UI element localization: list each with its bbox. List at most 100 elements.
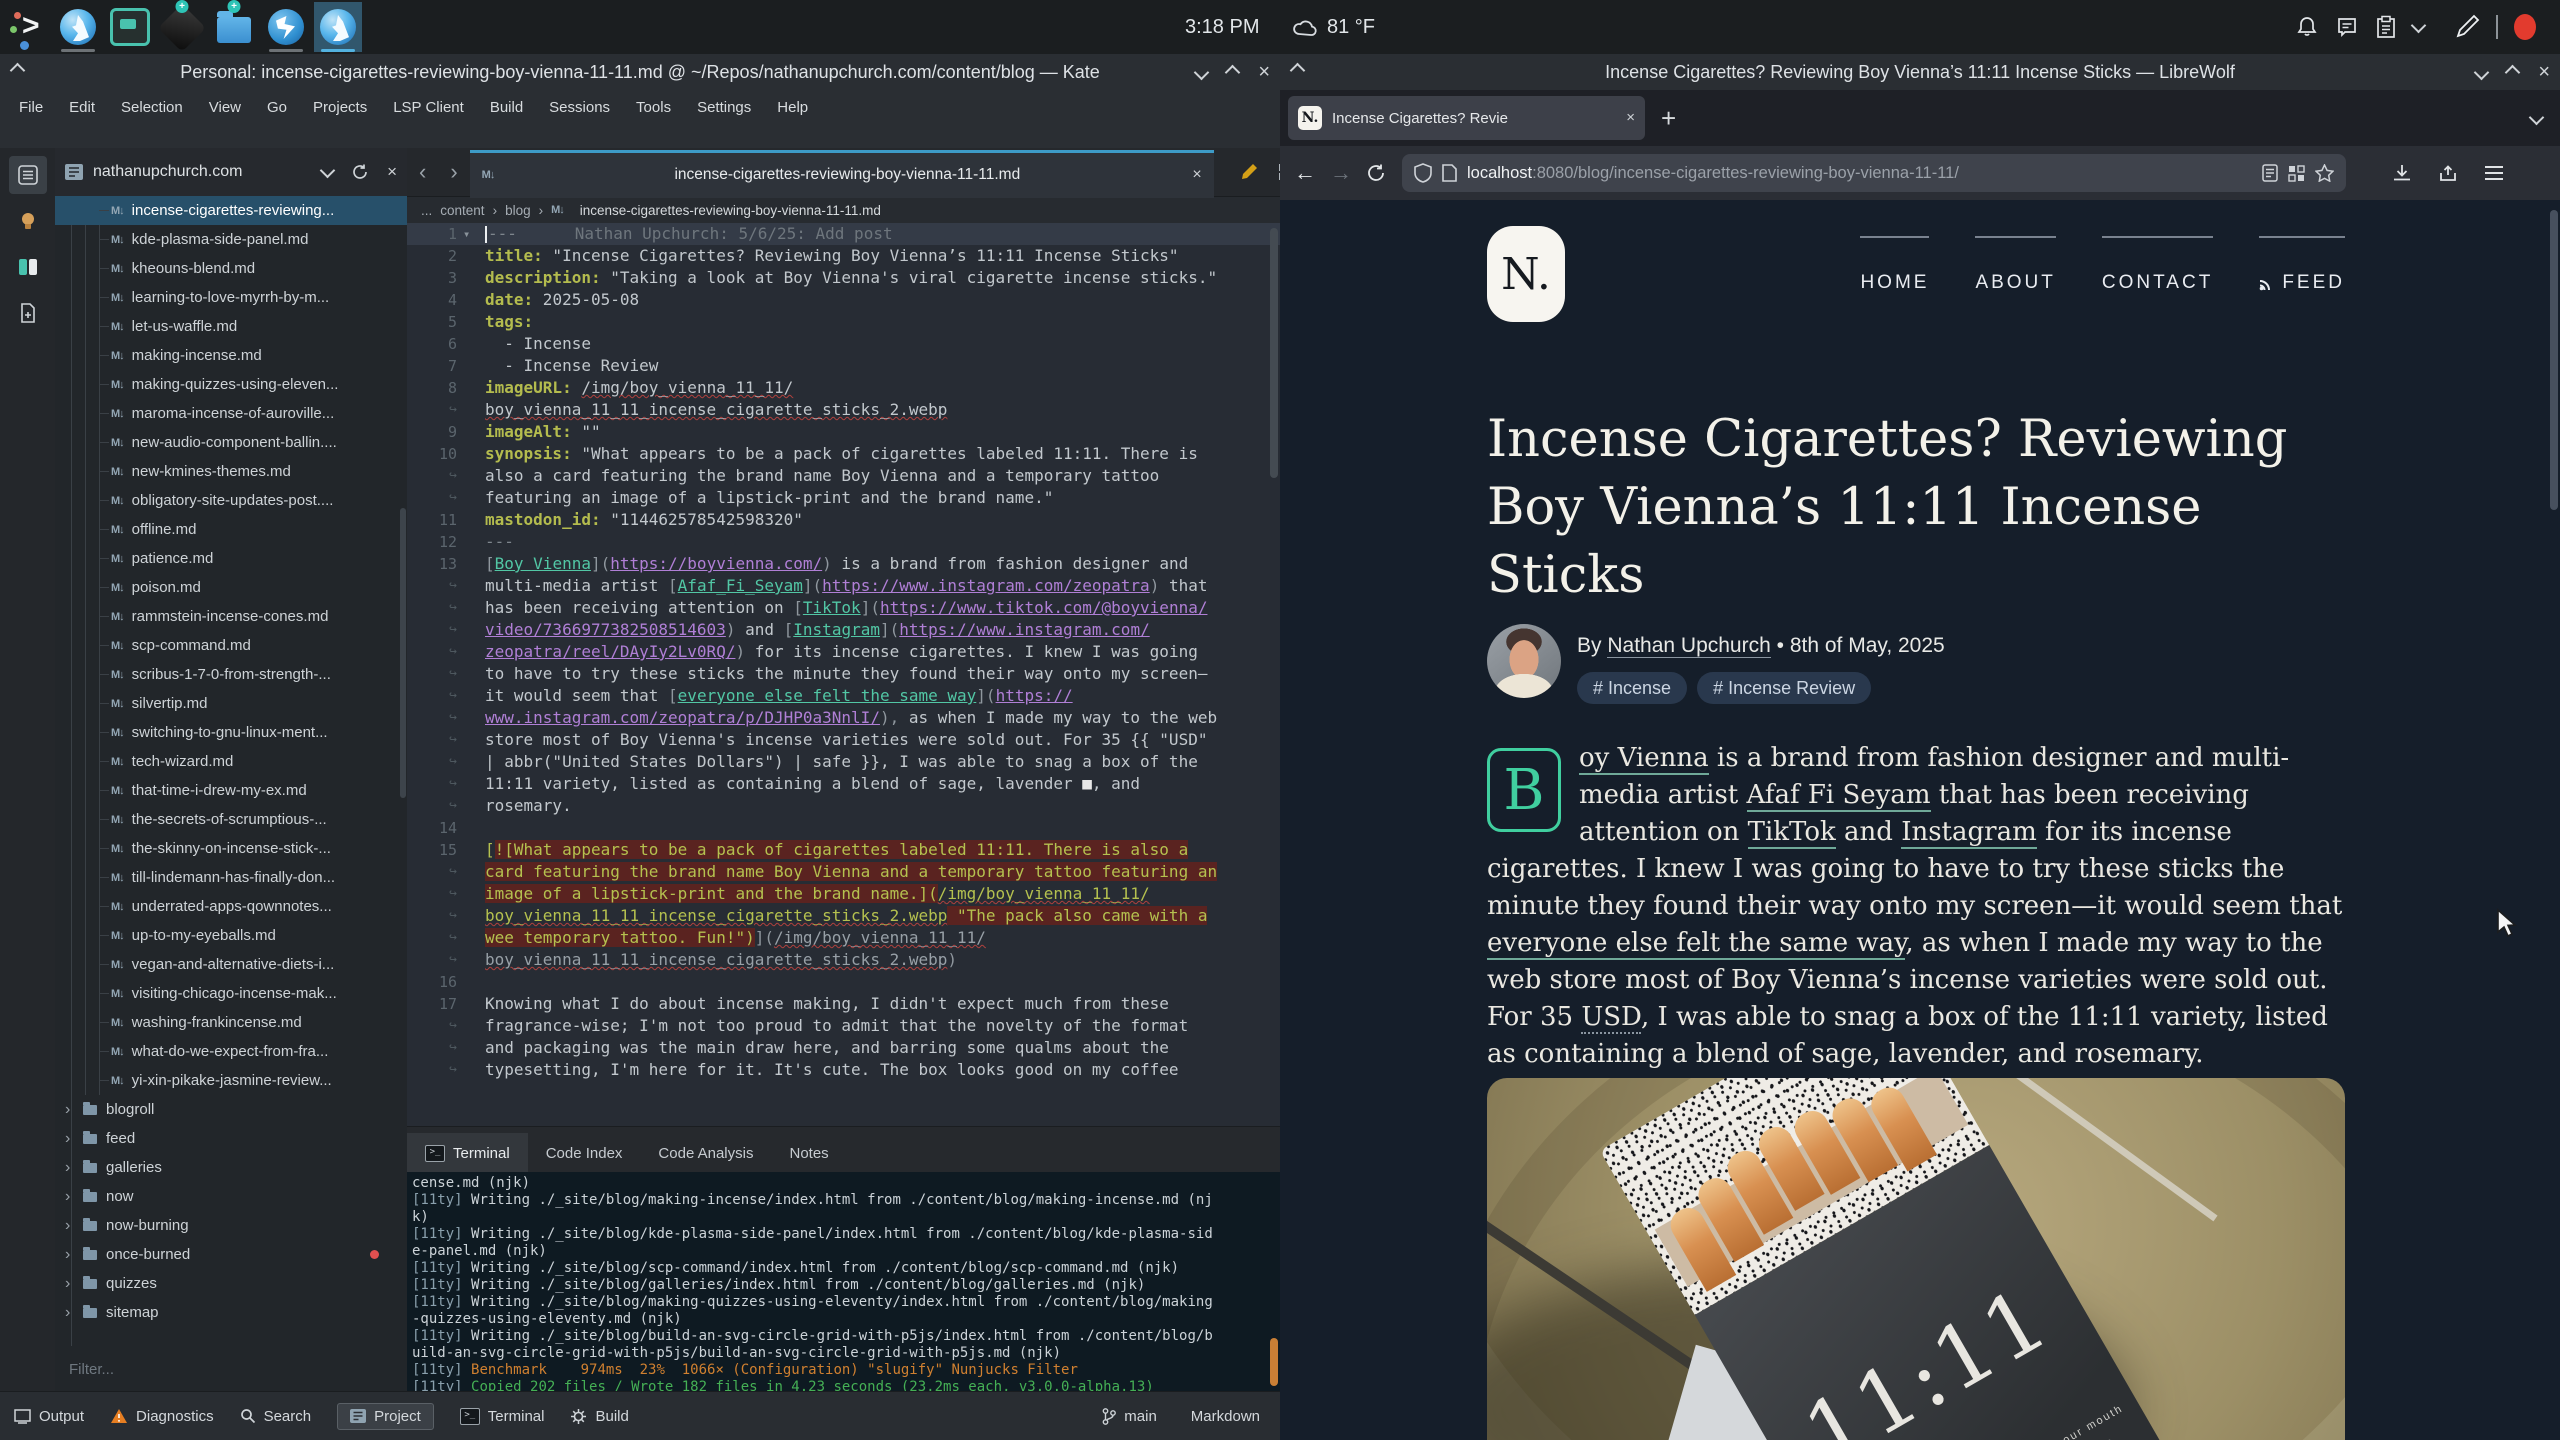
project-dropdown-chevron-icon[interactable] bbox=[320, 162, 336, 178]
nav-link-about[interactable]: ABOUT bbox=[1975, 236, 2055, 294]
tab-close-icon[interactable]: × bbox=[1626, 108, 1635, 128]
kate-titlebar[interactable]: Personal: incense-cigarettes-reviewing-b… bbox=[0, 54, 1280, 90]
menu-sessions[interactable]: Sessions bbox=[536, 99, 623, 116]
file-tree-item[interactable]: M↓let-us-waffle.md bbox=[55, 312, 407, 341]
tray-expand-chevron-icon[interactable] bbox=[2411, 17, 2427, 33]
browser-tab[interactable]: N. Incense Cigarettes? Revie × bbox=[1288, 96, 1645, 140]
folder-tree-item[interactable]: ›galleries bbox=[55, 1153, 407, 1182]
reload-icon[interactable] bbox=[1366, 163, 1386, 183]
bookmark-star-icon[interactable] bbox=[2315, 164, 2334, 182]
menu-go[interactable]: Go bbox=[254, 99, 300, 116]
menu-lsp-client[interactable]: LSP Client bbox=[380, 99, 477, 116]
project-reload-icon[interactable] bbox=[351, 163, 369, 181]
reader-mode-icon[interactable] bbox=[2262, 164, 2278, 182]
folder-tree-item[interactable]: ›sitemap bbox=[55, 1298, 407, 1327]
terminal-scrollbar[interactable] bbox=[1270, 1338, 1278, 1386]
folder-tree-item[interactable]: ›now bbox=[55, 1182, 407, 1211]
nav-link-contact[interactable]: CONTACT bbox=[2102, 236, 2213, 294]
document-modified-pen-icon[interactable] bbox=[1240, 163, 1258, 181]
article-link[interactable]: oy Vienna bbox=[1579, 743, 1709, 775]
site-logo[interactable]: N. bbox=[1487, 226, 1565, 322]
minimize-icon[interactable] bbox=[1194, 64, 1210, 80]
notifications-bell-icon[interactable] bbox=[2295, 15, 2319, 39]
folder-expand-chevron-icon[interactable]: › bbox=[65, 1130, 83, 1148]
panel-weather[interactable]: 81 °F bbox=[1292, 0, 1375, 54]
document-tab[interactable]: M↓ incense-cigarettes-reviewing-boy-vien… bbox=[470, 150, 1214, 198]
folder-tree-item[interactable]: ›quizzes bbox=[55, 1269, 407, 1298]
messages-icon[interactable] bbox=[2335, 15, 2359, 39]
folder-expand-chevron-icon[interactable]: › bbox=[65, 1246, 83, 1264]
menu-build[interactable]: Build bbox=[477, 99, 536, 116]
status-terminal-button[interactable]: >_ Terminal bbox=[460, 1408, 545, 1425]
folder-expand-chevron-icon[interactable]: › bbox=[65, 1217, 83, 1235]
close-icon[interactable]: × bbox=[2538, 62, 2550, 82]
folder-tree-item[interactable]: ›feed bbox=[55, 1124, 407, 1153]
folder-tree-item[interactable]: ›now-burning bbox=[55, 1211, 407, 1240]
folder-expand-chevron-icon[interactable]: › bbox=[65, 1188, 83, 1206]
file-tree-item[interactable]: M↓visiting-chicago-incense-mak... bbox=[55, 979, 407, 1008]
file-tree-item[interactable]: M↓poison.md bbox=[55, 573, 407, 602]
forward-icon[interactable]: → bbox=[1330, 160, 1352, 186]
file-tree-scrollbar[interactable] bbox=[400, 508, 406, 798]
menu-projects[interactable]: Projects bbox=[300, 99, 380, 116]
page-scrollbar[interactable] bbox=[2550, 210, 2558, 510]
status-project-button[interactable]: Project bbox=[337, 1403, 434, 1430]
article-link[interactable]: Afaf Fi Seyam bbox=[1747, 780, 1931, 812]
taskbar-media-app-icon[interactable] bbox=[106, 2, 154, 52]
file-tree-item[interactable]: M↓up-to-my-eyeballs.md bbox=[55, 921, 407, 950]
article-link[interactable]: TikTok bbox=[1748, 817, 1836, 849]
folder-expand-chevron-icon[interactable]: › bbox=[65, 1101, 83, 1119]
document-mode-indicator[interactable]: Markdown bbox=[1191, 1408, 1260, 1425]
taskbar-librewolf-active-icon[interactable] bbox=[314, 2, 362, 52]
stylus-pen-icon[interactable] bbox=[2454, 14, 2480, 40]
nav-link-feed[interactable]: FEED bbox=[2259, 236, 2345, 294]
file-tree-item[interactable]: M↓the-skinny-on-incense-stick-... bbox=[55, 834, 407, 863]
browser-viewport[interactable]: N. HOMEABOUTCONTACTFEED Incense Cigarett… bbox=[1280, 200, 2560, 1440]
librewolf-titlebar[interactable]: Incense Cigarettes? Reviewing Boy Vienna… bbox=[1280, 54, 2560, 90]
tab-code-index[interactable]: Code Index bbox=[528, 1133, 641, 1173]
tab-close-icon[interactable]: × bbox=[1192, 165, 1201, 185]
status-search-button[interactable]: Search bbox=[240, 1408, 312, 1425]
file-tree-item[interactable]: M↓offline.md bbox=[55, 515, 407, 544]
status-build-button[interactable]: Build bbox=[570, 1408, 628, 1425]
file-tree-item[interactable]: M↓making-incense.md bbox=[55, 341, 407, 370]
breadcrumb[interactable]: ... content › blog › M↓ incense-cigarett… bbox=[407, 197, 1280, 224]
file-tree-item[interactable]: M↓new-kmines-themes.md bbox=[55, 457, 407, 486]
taskbar-new-folder-icon[interactable]: + bbox=[210, 2, 258, 52]
hamburger-menu-icon[interactable] bbox=[2484, 165, 2504, 181]
record-indicator-icon[interactable] bbox=[2514, 14, 2536, 40]
history-forward-icon[interactable]: › bbox=[438, 159, 469, 185]
panel-clock[interactable]: 3:18 PM bbox=[1185, 0, 1259, 54]
shield-icon[interactable] bbox=[1414, 163, 1432, 183]
menu-help[interactable]: Help bbox=[764, 99, 821, 116]
file-tree-item[interactable]: M↓patience.md bbox=[55, 544, 407, 573]
editor-scrollbar[interactable] bbox=[1270, 228, 1278, 478]
sidebar-tool-filesystem-icon[interactable] bbox=[9, 248, 47, 286]
file-tree-item[interactable]: M↓learning-to-love-myrrh-by-m... bbox=[55, 283, 407, 312]
file-tree-item[interactable]: M↓silvertip.md bbox=[55, 689, 407, 718]
tab-terminal[interactable]: >_ Terminal bbox=[407, 1133, 528, 1173]
sidebar-tool-project-icon[interactable] bbox=[9, 202, 47, 240]
file-tree-item[interactable]: M↓the-secrets-of-scrumptious-... bbox=[55, 805, 407, 834]
minimize-icon[interactable] bbox=[2474, 64, 2490, 80]
file-tree-item[interactable]: M↓tech-wizard.md bbox=[55, 747, 407, 776]
sidebar-tool-documents-icon[interactable] bbox=[9, 156, 47, 194]
page-info-icon[interactable] bbox=[1442, 164, 1457, 182]
menu-tools[interactable]: Tools bbox=[623, 99, 684, 116]
file-tree-item[interactable]: M↓kheouns-blend.md bbox=[55, 254, 407, 283]
file-tree-item[interactable]: M↓what-do-we-expect-from-fra... bbox=[55, 1037, 407, 1066]
url-bar[interactable]: localhost:8080/blog/incense-cigarettes-r… bbox=[1402, 154, 2346, 192]
tag-pill[interactable]: # Incense Review bbox=[1697, 672, 1871, 704]
close-icon[interactable]: × bbox=[1258, 62, 1270, 82]
folder-expand-chevron-icon[interactable]: › bbox=[65, 1159, 83, 1177]
article-link[interactable]: Instagram bbox=[1901, 817, 2037, 849]
project-close-icon[interactable]: × bbox=[387, 162, 397, 182]
project-selector[interactable]: nathanupchurch.com bbox=[93, 163, 242, 181]
menu-view[interactable]: View bbox=[196, 99, 254, 116]
file-tree-item[interactable]: M↓yi-xin-pikake-jasmine-review... bbox=[55, 1066, 407, 1095]
file-tree-item[interactable]: M↓scribus-1-7-0-from-strength-... bbox=[55, 660, 407, 689]
app-launcher-icon[interactable]: > bbox=[8, 5, 52, 49]
file-tree-item[interactable]: M↓rammstein-incense-cones.md bbox=[55, 602, 407, 631]
file-tree-item[interactable]: M↓kde-plasma-side-panel.md bbox=[55, 225, 407, 254]
file-tree-item[interactable]: M↓making-quizzes-using-eleven... bbox=[55, 370, 407, 399]
